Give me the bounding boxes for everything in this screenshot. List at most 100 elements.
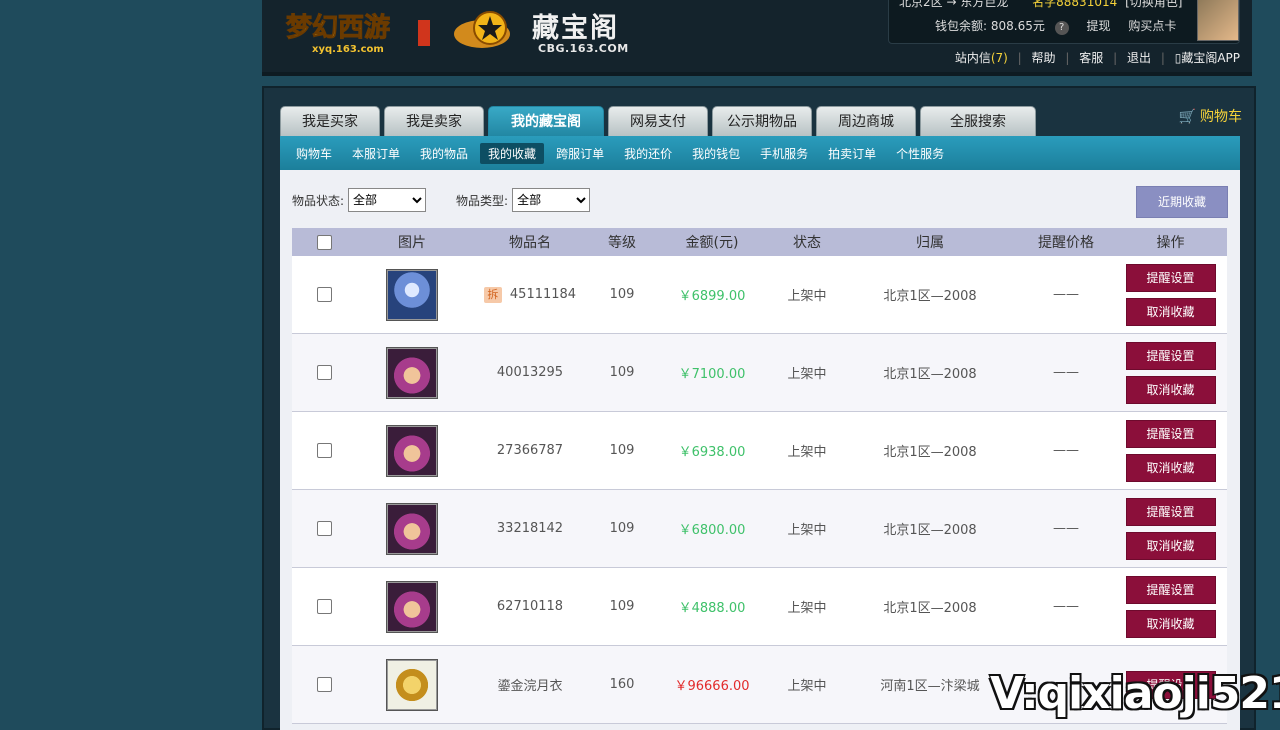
svg-text:xyq.163.com: xyq.163.com [312, 44, 384, 55]
item-status: 上架中 [787, 367, 827, 382]
table-header: 图片 物品名 等级 金额(元) 状态 归属 提醒价格 操作 [292, 228, 1227, 256]
cancel-favorite-button[interactable]: 取消收藏 [1125, 375, 1216, 404]
item-thumbnail[interactable] [386, 424, 438, 477]
item-thumbnail[interactable] [386, 268, 438, 321]
tab-my-cbg[interactable]: 我的藏宝阁 [488, 106, 604, 136]
tab-mall[interactable]: 周边商城 [816, 106, 916, 136]
filter-bar: 物品状态: 全部 物品类型: 全部 [292, 188, 591, 212]
logout-link[interactable]: 退出 [1127, 51, 1151, 65]
cart-label: 购物车 [1200, 109, 1242, 125]
game-logo[interactable]: 梦幻西游 xyq.163.com [282, 2, 432, 56]
username[interactable]: 名字88831014 [1032, 0, 1117, 9]
wallet-line: 钱包余额: 808.65元 ? 提现 购买点卡 [935, 17, 1176, 35]
item-level: 109 [609, 365, 635, 380]
item-thumbnail[interactable] [386, 346, 438, 399]
item-thumbnail[interactable] [386, 658, 438, 711]
item-price: ￥6899.00 [678, 289, 746, 304]
subnav-favorites[interactable]: 我的收藏 [480, 142, 545, 164]
item-price: ￥6938.00 [678, 445, 746, 460]
service-link[interactable]: 客服 [1079, 51, 1103, 65]
avatar[interactable] [1197, 0, 1239, 41]
subnav-wallet[interactable]: 我的钱包 [684, 143, 748, 164]
main-tabs: 我是买家 我是卖家 我的藏宝阁 网易支付 公示期物品 周边商城 全服搜索 [280, 106, 1036, 136]
subnav-personal[interactable]: 个性服务 [888, 143, 952, 164]
inbox-label: 站内信 [954, 51, 991, 65]
remind-setting-button[interactable]: 提醒设置 [1125, 575, 1216, 604]
item-name[interactable]: 62710118 [468, 599, 592, 614]
help-link[interactable]: 帮助 [1032, 51, 1056, 65]
cart-link[interactable]: 🛒 购物车 [1179, 106, 1242, 126]
item-owner: 北京1区—2008 [883, 601, 977, 616]
item-owner: 北京1区—2008 [883, 445, 977, 460]
item-remind-price: —— [1053, 599, 1079, 614]
item-status: 上架中 [787, 601, 827, 616]
row-checkbox[interactable] [316, 365, 332, 380]
item-name[interactable]: 40013295 [468, 365, 592, 380]
item-thumbnail[interactable] [386, 580, 438, 633]
remind-setting-button[interactable]: 提醒设置 [1125, 341, 1216, 370]
row-checkbox[interactable] [316, 677, 332, 692]
item-level: 109 [609, 287, 635, 302]
question-icon[interactable]: ? [1054, 21, 1069, 35]
item-name[interactable]: 鎏金浣月衣 [468, 675, 592, 694]
subnav-auction[interactable]: 拍卖订单 [820, 143, 884, 164]
app-link[interactable]: 藏宝阁APP [1181, 51, 1240, 65]
cart-icon: 🛒 [1178, 109, 1196, 125]
svg-text:梦幻西游: 梦幻西游 [286, 13, 390, 43]
tab-netease-pay[interactable]: 网易支付 [608, 106, 708, 136]
subnav-mobile[interactable]: 手机服务 [752, 143, 816, 164]
cancel-favorite-button[interactable]: 取消收藏 [1125, 453, 1216, 482]
subnav-server-orders[interactable]: 本服订单 [344, 143, 408, 164]
header-actions: 操作 [1156, 235, 1185, 251]
remind-setting-button[interactable]: 提醒设置 [1125, 263, 1216, 292]
remind-setting-button[interactable]: 提醒设置 [1125, 497, 1216, 526]
subnav-my-items[interactable]: 我的物品 [412, 143, 476, 164]
tab-public-items[interactable]: 公示期物品 [712, 106, 812, 136]
item-remind-price: —— [1053, 443, 1079, 458]
item-owner: 北京1区—2008 [883, 523, 977, 538]
header-owner: 归属 [916, 235, 944, 251]
cancel-favorite-button[interactable]: 取消收藏 [1125, 609, 1216, 638]
subnav-cart[interactable]: 购物车 [288, 143, 340, 164]
withdraw-link[interactable]: 提现 [1087, 19, 1111, 33]
header-remind-price: 提醒价格 [1038, 235, 1094, 251]
select-all-checkbox[interactable] [316, 234, 332, 250]
item-thumbnail[interactable] [386, 502, 438, 555]
switch-role-link[interactable]: [切换角色] [1125, 0, 1182, 9]
item-level: 109 [609, 521, 635, 536]
header-price: 金额(元) [685, 235, 739, 251]
buy-card-link[interactable]: 购买点卡 [1128, 19, 1176, 33]
cbg-title: 藏宝阁 [532, 13, 619, 44]
status-label: 物品状态: [292, 193, 345, 208]
item-name[interactable]: 27366787 [468, 443, 592, 458]
cancel-favorite-button[interactable]: 取消收藏 [1125, 531, 1216, 560]
recent-favorites-button[interactable]: 近期收藏 [1136, 186, 1228, 218]
row-checkbox[interactable] [316, 443, 332, 458]
row-checkbox[interactable] [316, 521, 332, 536]
cancel-favorite-button[interactable]: 取消收藏 [1125, 297, 1216, 326]
tab-buyer[interactable]: 我是买家 [280, 106, 380, 136]
type-select[interactable]: 全部 [512, 188, 591, 212]
tab-global-search[interactable]: 全服搜索 [920, 106, 1036, 136]
item-remind-price: —— [1053, 365, 1079, 380]
item-name[interactable]: 33218142 [468, 521, 592, 536]
table-row: 33218142 109 ￥6800.00 上架中 北京1区—2008 —— 提… [292, 490, 1227, 568]
cbg-logo[interactable]: 藏宝阁 CBG.163.COM [452, 4, 652, 56]
item-status: 上架中 [787, 679, 827, 694]
status-select[interactable]: 全部 [348, 188, 427, 212]
row-checkbox[interactable] [316, 599, 332, 614]
table-row: 27366787 109 ￥6938.00 上架中 北京1区—2008 —— 提… [292, 412, 1227, 490]
user-panel: 北京2区 → 东方巨龙 名字88831014 [切换角色] 钱包余额: 808.… [888, 0, 1240, 44]
favorites-content: 物品状态: 全部 物品类型: 全部 近期收藏 图片 物品名 等级 金额(元) 状… [280, 170, 1240, 730]
row-checkbox[interactable] [316, 287, 332, 302]
subnav-counter-offers[interactable]: 我的还价 [616, 143, 680, 164]
inbox-link[interactable]: 站内信(7) [955, 51, 1008, 65]
main-panel: 我是买家 我是卖家 我的藏宝阁 网易支付 公示期物品 周边商城 全服搜索 🛒 购物… [262, 86, 1256, 730]
item-name[interactable]: 45111184 [510, 287, 576, 302]
tab-seller[interactable]: 我是卖家 [384, 106, 484, 136]
split-badge: 拆 [483, 286, 502, 303]
subnav-cross-orders[interactable]: 跨服订单 [548, 143, 612, 164]
header-name: 物品名 [509, 235, 551, 251]
remind-setting-button[interactable]: 提醒设置 [1125, 419, 1216, 448]
inbox-count: (7) [990, 51, 1008, 65]
